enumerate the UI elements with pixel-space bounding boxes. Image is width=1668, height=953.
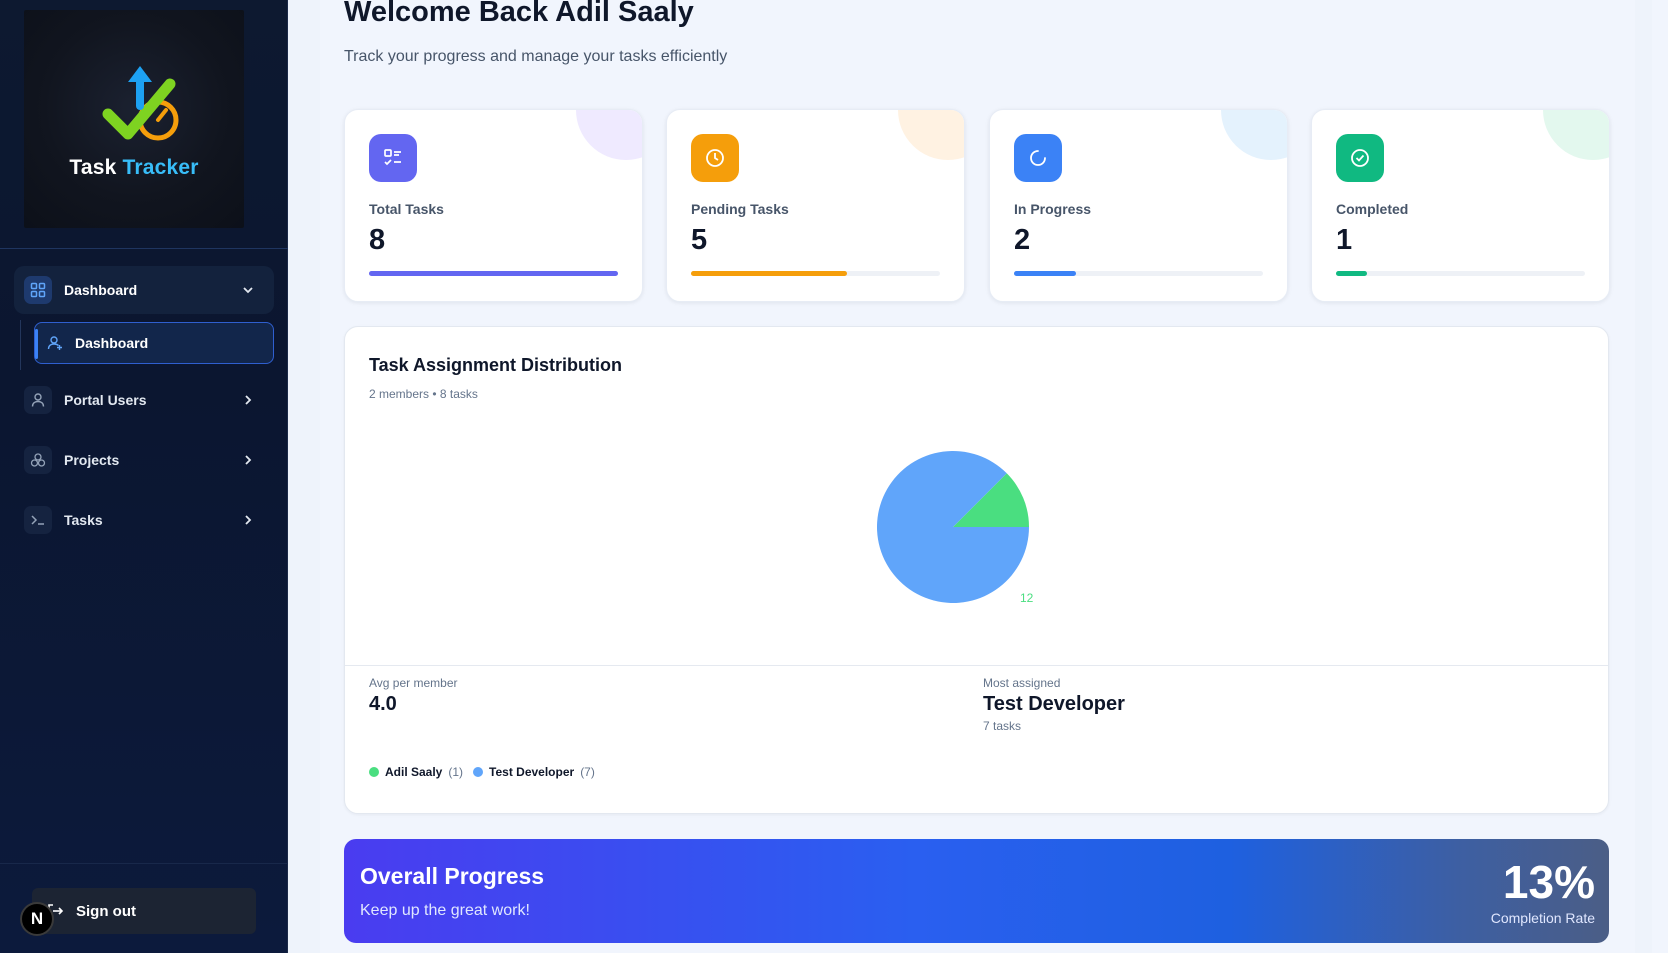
completion-rate-label: Completion Rate: [1490, 910, 1595, 926]
stat-value: 2: [1014, 224, 1031, 256]
stat-card-in-progress: In Progress 2: [989, 109, 1288, 302]
stat-value: 5: [691, 224, 708, 256]
logo-check-icon: [102, 66, 179, 141]
progress-subtitle: Keep up the great work!: [360, 902, 530, 919]
stat-card-total: Total Tasks 8: [344, 109, 643, 302]
sidebar-item-tasks[interactable]: Tasks: [14, 498, 274, 542]
avg-label: Avg per member: [369, 676, 458, 690]
user-icon: [24, 386, 52, 414]
overall-progress-banner: Overall Progress Keep up the great work!…: [344, 839, 1609, 943]
sidebar-item-label: Projects: [64, 452, 120, 468]
most-assigned-value: Test Developer: [983, 693, 1125, 715]
pie-chart[interactable]: 12 %: [855, 433, 1065, 623]
legend-item[interactable]: Test Developer (7): [473, 765, 595, 779]
grid-icon: [24, 276, 52, 304]
sidebar-item-dashboard[interactable]: Dashboard: [34, 322, 274, 364]
active-indicator: [35, 329, 38, 359]
sidebar-item-label: Portal Users: [64, 392, 147, 408]
stat-label: Pending Tasks: [691, 201, 789, 217]
sidebar-item-portal-users[interactable]: Portal Users: [14, 378, 274, 422]
page-subtitle: Track your progress and manage your task…: [344, 48, 728, 65]
avg-value: 4.0: [369, 693, 397, 715]
app-logo[interactable]: Task Tracker: [24, 10, 244, 228]
chevron-right-icon: [245, 455, 252, 465]
user-plus-icon: [47, 336, 62, 350]
stat-progress-fill: [369, 271, 618, 276]
sign-out-button[interactable]: Sign out: [32, 888, 256, 934]
most-assigned-label: Most assigned: [983, 676, 1061, 690]
stat-progress-fill: [1014, 271, 1077, 276]
logo-text: Task Tracker: [69, 156, 199, 179]
completion-percent: 13%: [1502, 856, 1595, 908]
card-decoration: [898, 110, 964, 160]
divider: [345, 665, 1608, 666]
scrollbar[interactable]: [1652, 0, 1668, 953]
chart-meta: 2 members • 8 tasks: [369, 387, 478, 401]
stat-progress-fill: [691, 271, 847, 276]
legend-name: Test Developer: [489, 765, 575, 779]
card-decoration: [576, 110, 642, 160]
stat-progress-track: [691, 271, 940, 276]
sidebar: Task Tracker Dashboard Dashboard Portal …: [0, 0, 288, 953]
pie-chart-clip: 12 %: [855, 433, 1065, 623]
card-decoration: [1221, 110, 1287, 160]
page-title: Welcome Back Adil Saaly: [344, 0, 694, 28]
sidebar-item-label: Dashboard: [75, 335, 149, 351]
n-badge[interactable]: N: [20, 902, 54, 936]
sign-out-label: Sign out: [76, 902, 136, 920]
sidebar-group-label: Dashboard: [64, 282, 138, 298]
workflow-icon: [24, 446, 52, 474]
pie-data-label-green: 12: [1020, 591, 1034, 605]
stat-label: In Progress: [1014, 201, 1092, 217]
stat-progress-track: [1014, 271, 1263, 276]
sidebar-item-label: Tasks: [64, 512, 103, 528]
chart-legend: Adil Saaly (1) Test Developer (7): [369, 765, 595, 779]
stat-card-completed: Completed 1: [1311, 109, 1610, 302]
legend-count: (7): [580, 765, 595, 779]
stat-card-pending: Pending Tasks 5: [666, 109, 965, 302]
stat-value: 8: [369, 224, 386, 256]
sidebar-item-projects[interactable]: Projects: [14, 438, 274, 482]
legend-item[interactable]: Adil Saaly (1): [369, 765, 463, 779]
legend-name: Adil Saaly: [385, 765, 443, 779]
chevron-down-icon: [243, 287, 253, 294]
divider: [0, 248, 288, 249]
submenu-rail: [20, 320, 21, 370]
stat-value: 1: [1336, 224, 1353, 256]
legend-dot: [369, 767, 379, 777]
list-check-icon: [369, 134, 417, 182]
stat-label: Total Tasks: [369, 201, 444, 217]
stat-progress-track: [1336, 271, 1585, 276]
legend-count: (1): [448, 765, 464, 779]
clock-icon: [691, 134, 739, 182]
progress-title: Overall Progress: [360, 863, 545, 889]
stat-progress-track: [369, 271, 618, 276]
distribution-card: Task Assignment Distribution 2 members •…: [344, 326, 1609, 814]
divider: [0, 863, 288, 864]
loader-icon: [1014, 134, 1062, 182]
chart-title: Task Assignment Distribution: [369, 355, 623, 375]
stat-progress-fill: [1336, 271, 1368, 276]
check-circle-icon: [1336, 134, 1384, 182]
legend-dot: [473, 767, 484, 777]
chevron-right-icon: [245, 515, 252, 525]
chevron-right-icon: [245, 395, 252, 405]
terminal-icon: [24, 506, 52, 534]
most-assigned-count: 7 tasks: [983, 719, 1022, 733]
sidebar-group-dashboard[interactable]: Dashboard: [14, 266, 274, 314]
card-decoration: [1543, 110, 1609, 160]
stat-label: Completed: [1336, 201, 1409, 217]
